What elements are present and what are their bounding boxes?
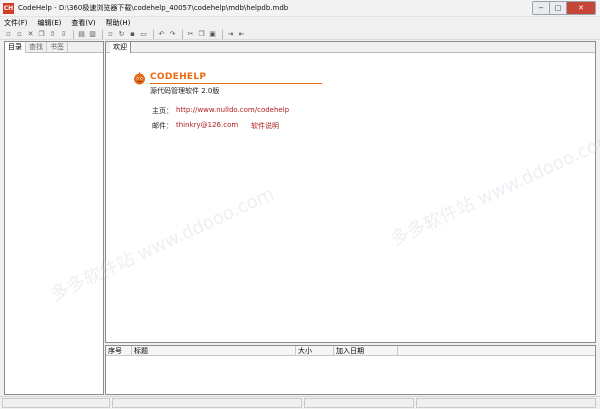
arrow-in-icon[interactable]: ⇥ — [226, 30, 235, 39]
toolbar-separator — [73, 29, 74, 39]
arrow-out-icon[interactable]: ⇤ — [237, 30, 246, 39]
logo-icon — [134, 72, 145, 85]
status-cell-1 — [2, 398, 110, 408]
logo-underline — [150, 83, 322, 84]
toolbar-separator — [102, 29, 103, 39]
logo-subtitle: 源代码管理软件 2.0版 — [150, 87, 220, 95]
column-index[interactable]: 序号 — [106, 346, 132, 356]
homepage-label: 主页： — [152, 107, 173, 115]
catalog-tree[interactable] — [7, 56, 101, 392]
toolbar: ▫ ▫ ✕ ❐ ⇧ ⇩ ▤ ▥ ▫ ↻ ▪ ▭ ↶ ↷ ✂ ❐ ▣ ⇥ ⇤ — [0, 29, 600, 40]
down-icon[interactable]: ⇩ — [59, 30, 68, 39]
close-button[interactable]: ✕ — [567, 2, 595, 14]
toolbar-separator — [153, 29, 154, 39]
refresh-icon[interactable]: ↻ — [117, 30, 126, 39]
app-icon: CH — [3, 3, 14, 14]
left-tab-bar: 目录 查找 书签 — [5, 42, 103, 53]
toolbar-separator — [182, 29, 183, 39]
tab-bookmarks[interactable]: 书签 — [47, 42, 68, 53]
email-link[interactable]: thinkry@126.com — [176, 121, 238, 129]
column-title[interactable]: 标题 — [132, 346, 296, 356]
email-label: 邮件： — [152, 122, 173, 130]
maximize-button[interactable]: □ — [550, 2, 567, 14]
content-tab-bar: 欢迎 — [106, 42, 595, 53]
toolbar-separator — [222, 29, 223, 39]
status-cell-2 — [112, 398, 302, 408]
copy-icon[interactable]: ❐ — [37, 30, 46, 39]
copy-text-icon[interactable]: ❐ — [197, 30, 206, 39]
menu-bar: 文件(F) 编辑(E) 查看(V) 帮助(H) — [0, 17, 600, 29]
save-icon[interactable]: ▪ — [128, 30, 137, 39]
redo-icon[interactable]: ↷ — [168, 30, 177, 39]
delete-icon[interactable]: ✕ — [26, 30, 35, 39]
column-size[interactable]: 大小 — [296, 346, 334, 356]
document-icon[interactable]: ▭ — [139, 30, 148, 39]
open-icon[interactable]: ▫ — [15, 30, 24, 39]
undo-icon[interactable]: ↶ — [157, 30, 166, 39]
list-header: 序号 标题 大小 加入日期 — [106, 346, 595, 356]
status-bar — [0, 396, 600, 409]
status-cell-4 — [416, 398, 596, 408]
menu-edit[interactable]: 编辑(E) — [38, 18, 62, 28]
title-bar: CH CodeHelp - D:\360极速浏览器下载\codehelp_400… — [0, 0, 600, 17]
tab-welcome[interactable]: 欢迎 — [110, 42, 131, 53]
window-title: CodeHelp - D:\360极速浏览器下载\codehelp_40057\… — [18, 4, 289, 12]
split-horizontal-icon[interactable]: ▤ — [77, 30, 86, 39]
content-panel: 欢迎 CODEHELP 源代码管理软件 2.0版 主页： http://www.… — [105, 41, 596, 343]
menu-help[interactable]: 帮助(H) — [106, 18, 131, 28]
menu-file[interactable]: 文件(F) — [4, 18, 28, 28]
column-date-added[interactable]: 加入日期 — [334, 346, 398, 356]
item-list-panel: 序号 标题 大小 加入日期 — [105, 345, 596, 395]
left-panel: 目录 查找 书签 — [4, 41, 104, 395]
paste-icon[interactable]: ▣ — [208, 30, 217, 39]
window-controls: − □ ✕ — [532, 1, 596, 15]
new-doc-icon[interactable]: ▫ — [106, 30, 115, 39]
minimize-button[interactable]: − — [533, 2, 550, 14]
up-icon[interactable]: ⇧ — [48, 30, 57, 39]
homepage-link[interactable]: http://www.nulldo.com/codehelp — [176, 106, 289, 114]
split-vertical-icon[interactable]: ▥ — [88, 30, 97, 39]
logo-title: CODEHELP — [150, 72, 207, 82]
tab-search[interactable]: 查找 — [26, 42, 47, 53]
cut-icon[interactable]: ✂ — [186, 30, 195, 39]
status-cell-3 — [304, 398, 414, 408]
new-file-icon[interactable]: ▫ — [4, 30, 13, 39]
menu-view[interactable]: 查看(V) — [71, 18, 95, 28]
manual-link[interactable]: 软件说明 — [251, 121, 279, 131]
tab-catalog[interactable]: 目录 — [5, 42, 26, 53]
